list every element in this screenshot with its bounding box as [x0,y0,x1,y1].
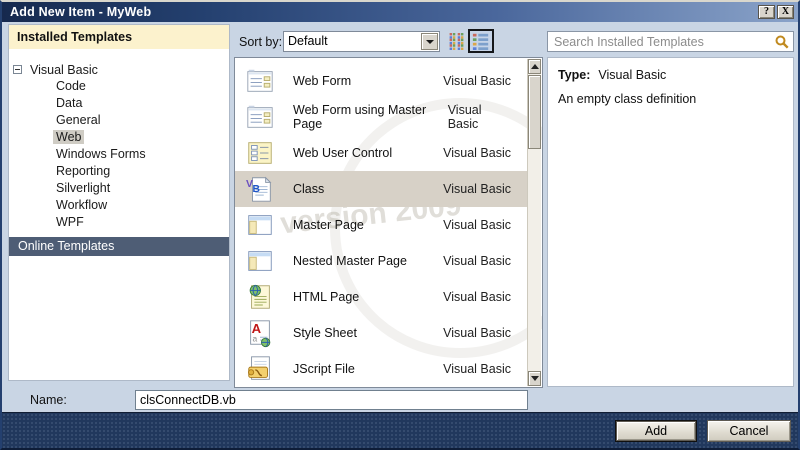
list-item-class[interactable]: VB Class Visual Basic [235,171,527,207]
installed-templates-header: Installed Templates [9,25,229,49]
template-language: Visual Basic [443,74,511,88]
medium-icons-view-button[interactable] [446,31,467,52]
list-item-nested-master-page[interactable]: Nested Master Page Visual Basic [235,243,527,279]
tree-root-label: Visual Basic [30,62,98,77]
template-language: Visual Basic [447,103,482,131]
template-name: Class [293,182,325,196]
close-button[interactable]: X [777,5,794,19]
template-rows: Web Form Visual Basic Web Form using Mas… [235,63,527,387]
tree-item-wpf[interactable]: WPF [9,214,229,231]
type-value: Visual Basic [598,68,667,82]
add-button[interactable]: Add [615,420,697,442]
template-name: Style Sheet [293,326,357,340]
template-description: An empty class definition [558,92,697,106]
scroll-down-icon[interactable] [528,371,541,386]
cancel-button[interactable]: Cancel [707,420,791,442]
tree-item-windows-forms[interactable]: Windows Forms [9,146,229,163]
svg-text:a: a [253,333,258,343]
web-user-control-icon [245,138,275,168]
list-item-web-form[interactable]: Web Form Visual Basic [235,63,527,99]
list-item-style-sheet[interactable]: Aa Style Sheet Visual Basic [235,315,527,351]
tree-item-reporting[interactable]: Reporting [9,163,229,180]
jscript-file-icon [245,354,275,384]
template-language: Visual Basic [443,326,511,340]
list-item-jscript-file[interactable]: JScript File Visual Basic [235,351,527,387]
vb-class-icon: VB [245,174,275,204]
tree-item-workflow[interactable]: Workflow [9,197,229,214]
add-new-item-dialog: Add New Item - MyWeb ? X Installed Templ… [0,0,800,450]
nested-master-page-icon [245,246,275,276]
style-sheet-icon: Aa [245,318,275,348]
svg-text:B: B [253,184,260,195]
tree-item-general[interactable]: General [9,112,229,129]
template-language: Visual Basic [443,146,511,160]
search-box [547,31,794,52]
template-language: Visual Basic [443,362,511,376]
dialog-title: Add New Item - MyWeb [10,5,152,19]
html-page-icon [245,282,275,312]
tree-expander-minus-icon[interactable] [13,65,22,74]
tree-item-code[interactable]: Code [9,78,229,95]
templates-sidebar: Installed Templates Visual Basic Code Da… [8,24,230,381]
template-name: HTML Page [293,290,360,304]
name-label: Name: [30,393,67,407]
sort-dropdown[interactable]: Default [283,31,440,52]
tree-children: Code Data General Web Windows Forms Repo… [9,78,229,231]
template-language: Visual Basic [443,254,511,268]
titlebar: Add New Item - MyWeb ? X [2,2,798,22]
list-view-button[interactable] [468,29,494,53]
template-name: Master Page [293,218,364,232]
webform-icon [245,66,275,96]
template-info-panel: Type: Visual Basic An empty class definit… [547,57,794,387]
template-list: version 2009 Web Form Visual Basic Web F… [234,57,543,388]
sort-by-label: Sort by: [239,35,283,49]
webform-master-icon [245,102,275,132]
chevron-down-icon[interactable] [421,33,438,50]
tree-item-web[interactable]: Web [9,129,229,146]
master-page-icon [245,210,275,240]
tree-item-data[interactable]: Data [9,95,229,112]
template-name: Web Form using Master Page [293,103,427,131]
template-name: JScript File [293,362,355,376]
template-name: Nested Master Page [293,254,407,268]
tree-item-silverlight[interactable]: Silverlight [9,180,229,197]
templates-tree: Visual Basic Code Data General Web Windo… [9,49,229,231]
type-label: Type: [558,68,591,82]
scrollbar-thumb[interactable] [528,75,541,149]
sort-dropdown-value: Default [288,34,328,48]
tree-node-visual-basic[interactable]: Visual Basic [9,61,229,78]
template-name: Web User Control [293,146,393,160]
template-language: Visual Basic [443,218,511,232]
magnifier-icon[interactable] [774,34,790,50]
template-language: Visual Basic [443,290,511,304]
template-name: Web Form [293,74,352,88]
name-input[interactable] [135,390,528,410]
titlebar-buttons: ? X [758,5,798,19]
search-input[interactable] [548,32,793,51]
medium-icons-view-icon [449,33,464,50]
list-item-web-form-using-master-page[interactable]: Web Form using Master Page Visual Basic [235,99,527,135]
scroll-up-icon[interactable] [528,59,541,74]
list-scrollbar[interactable] [527,59,541,386]
help-button[interactable]: ? [758,5,775,19]
template-language: Visual Basic [443,182,511,196]
list-item-master-page[interactable]: Master Page Visual Basic [235,207,527,243]
online-templates-header[interactable]: Online Templates [9,237,229,256]
list-item-html-page[interactable]: HTML Page Visual Basic [235,279,527,315]
list-item-web-user-control[interactable]: Web User Control Visual Basic [235,135,527,171]
list-view-icon [472,33,489,50]
